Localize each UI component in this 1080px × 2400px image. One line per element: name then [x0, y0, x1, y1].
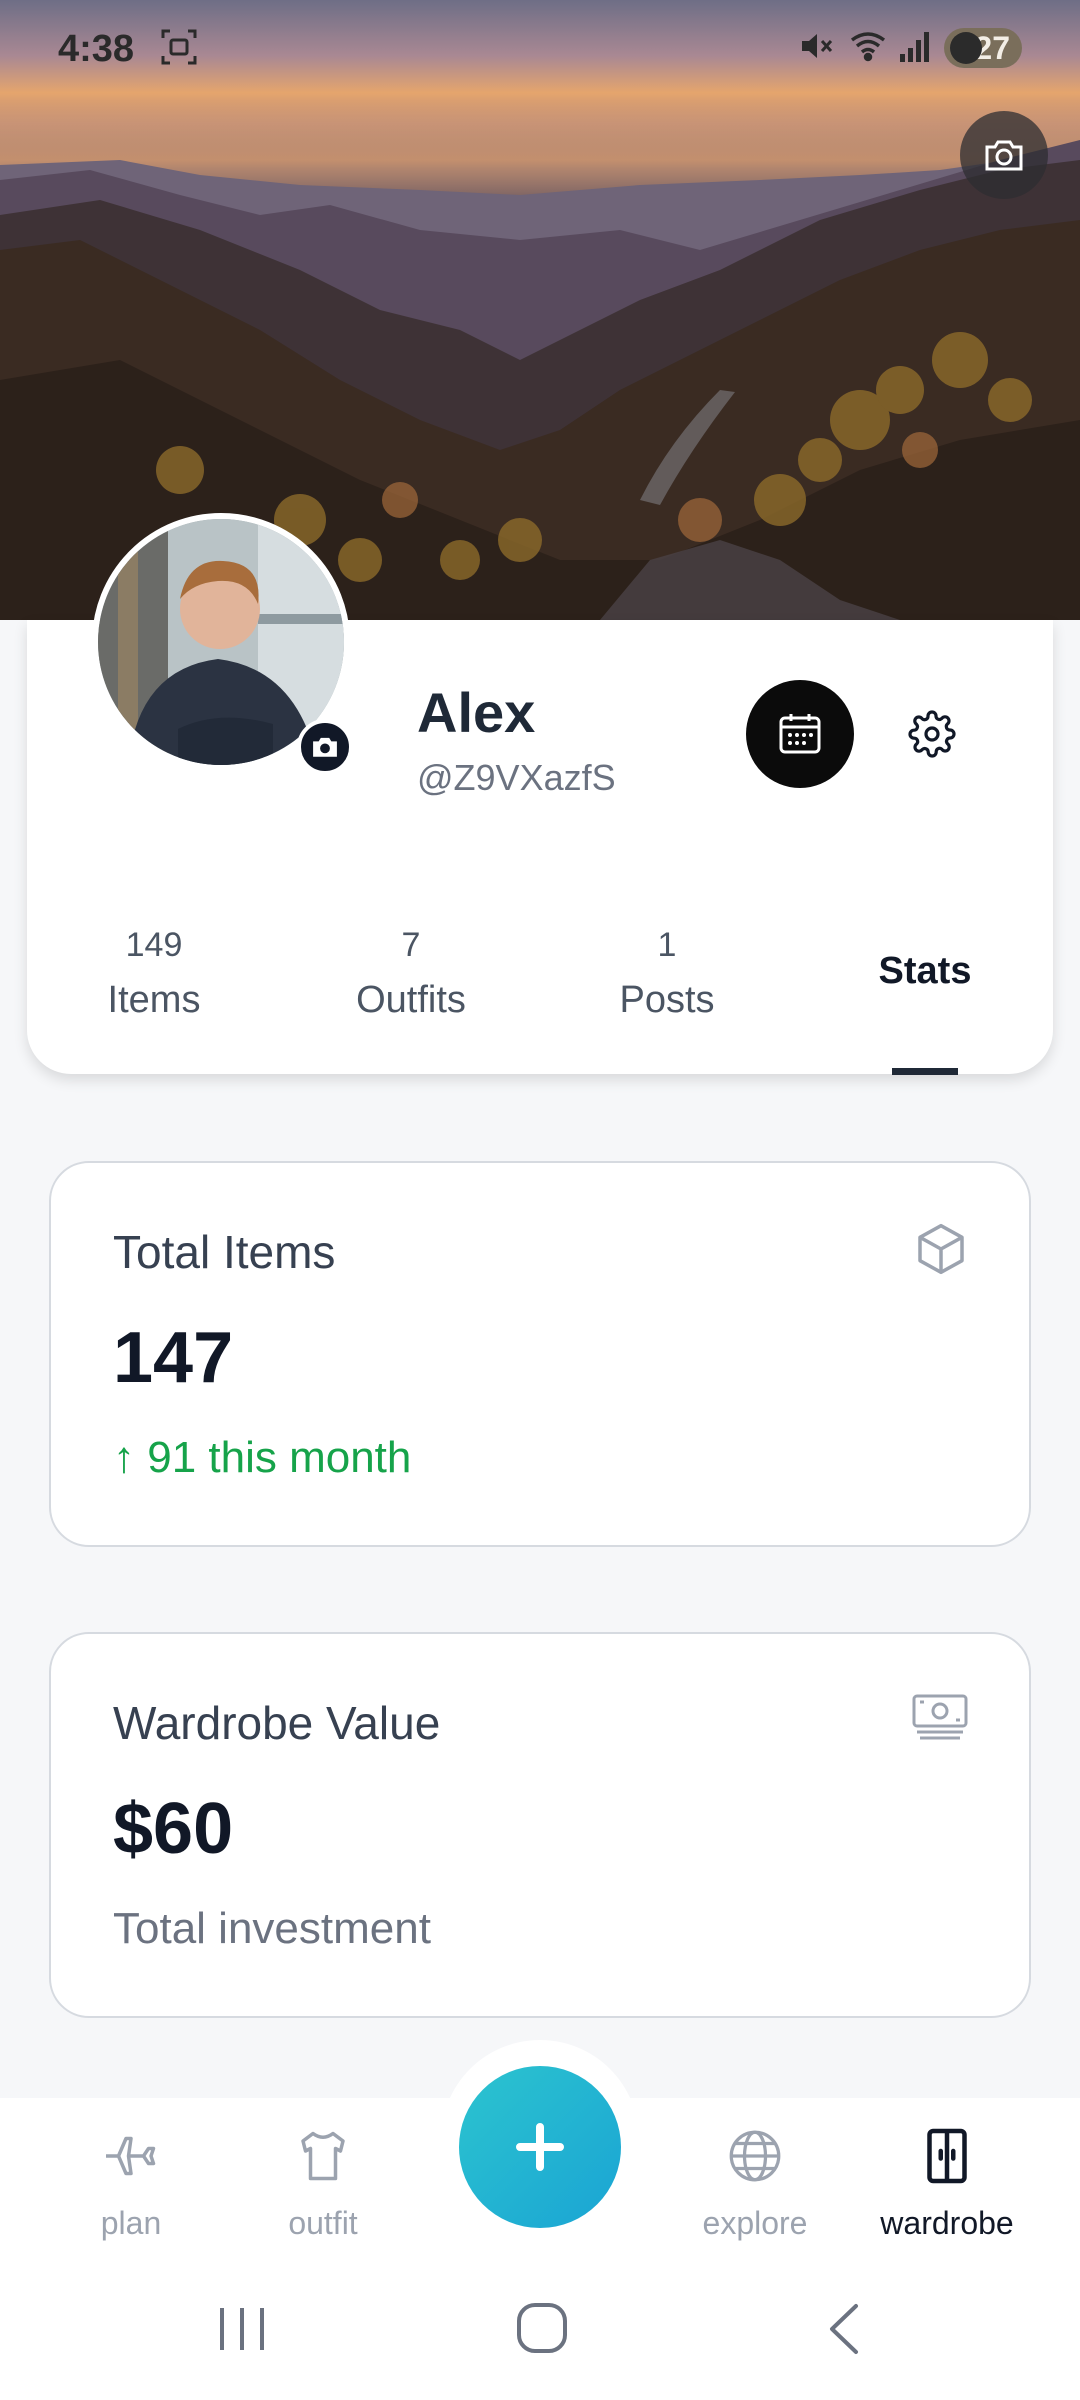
card-title: Total Items [113, 1226, 336, 1278]
items-count: 149 [125, 926, 183, 964]
nav-wardrobe-label: wardrobe [880, 2205, 1014, 2241]
back-icon[interactable] [824, 2300, 864, 2358]
nav-explore[interactable]: explore [675, 2126, 835, 2242]
status-bar: 4:38 27 [0, 0, 1080, 100]
money-icon [911, 1692, 969, 1747]
outfits-label: Outfits [356, 979, 466, 1021]
nav-plan-label: plan [100, 2205, 162, 2241]
profile-handle: @Z9VXazfS [417, 757, 616, 798]
tab-stats[interactable]: Stats [850, 950, 1000, 993]
active-tab-indicator [892, 1068, 958, 1075]
battery-indicator: 27 [944, 28, 1022, 68]
total-items-card: Total Items 147 ↑ 91 this month [49, 1161, 1031, 1547]
posts-count: 1 [657, 926, 677, 964]
wardrobe-value-card: Wardrobe Value $60 Total investment [49, 1632, 1031, 2018]
change-avatar-button[interactable] [297, 719, 353, 775]
wardrobe-icon [927, 2128, 967, 2184]
charging-icon [950, 32, 982, 64]
tab-items[interactable]: 149 Items [74, 926, 234, 1022]
card-title: Wardrobe Value [113, 1697, 441, 1749]
shirt-icon [301, 2131, 345, 2181]
camera-icon [985, 140, 1023, 171]
cube-icon [913, 1221, 969, 1282]
add-button[interactable] [459, 2066, 621, 2228]
globe-icon [729, 2130, 781, 2182]
wifi-icon [848, 28, 888, 69]
status-time: 4:38 [58, 28, 135, 70]
profile-name: Alex [417, 681, 536, 744]
change-cover-button[interactable] [960, 111, 1048, 199]
card-trend: ↑ 91 this month [113, 1433, 412, 1482]
screenshot-icon [160, 28, 198, 71]
system-nav-bar [0, 2266, 1080, 2400]
camera-icon [313, 737, 337, 757]
mute-icon [798, 28, 834, 69]
calendar-icon [779, 714, 821, 754]
nav-explore-label: explore [702, 2205, 808, 2241]
home-icon[interactable] [514, 2300, 570, 2356]
settings-button[interactable] [904, 706, 960, 762]
outfits-count: 7 [401, 926, 421, 964]
tab-outfits[interactable]: 7 Outfits [331, 926, 491, 1022]
gear-icon [908, 710, 956, 758]
card-value: 147 [113, 1318, 234, 1398]
calendar-button[interactable] [746, 680, 854, 788]
plus-icon [516, 2123, 564, 2171]
airplane-icon [106, 2136, 156, 2176]
nav-plan[interactable]: plan [51, 2126, 211, 2242]
nav-wardrobe[interactable]: wardrobe [867, 2126, 1027, 2242]
card-value: $60 [113, 1789, 234, 1869]
signal-icon [898, 28, 930, 69]
recents-icon[interactable] [216, 2302, 268, 2356]
nav-outfit-label: outfit [288, 2205, 358, 2241]
tab-posts[interactable]: 1 Posts [587, 926, 747, 1022]
nav-outfit[interactable]: outfit [243, 2126, 403, 2242]
card-subtitle: Total investment [113, 1904, 431, 1953]
posts-label: Posts [619, 979, 715, 1021]
items-label: Items [107, 979, 201, 1021]
